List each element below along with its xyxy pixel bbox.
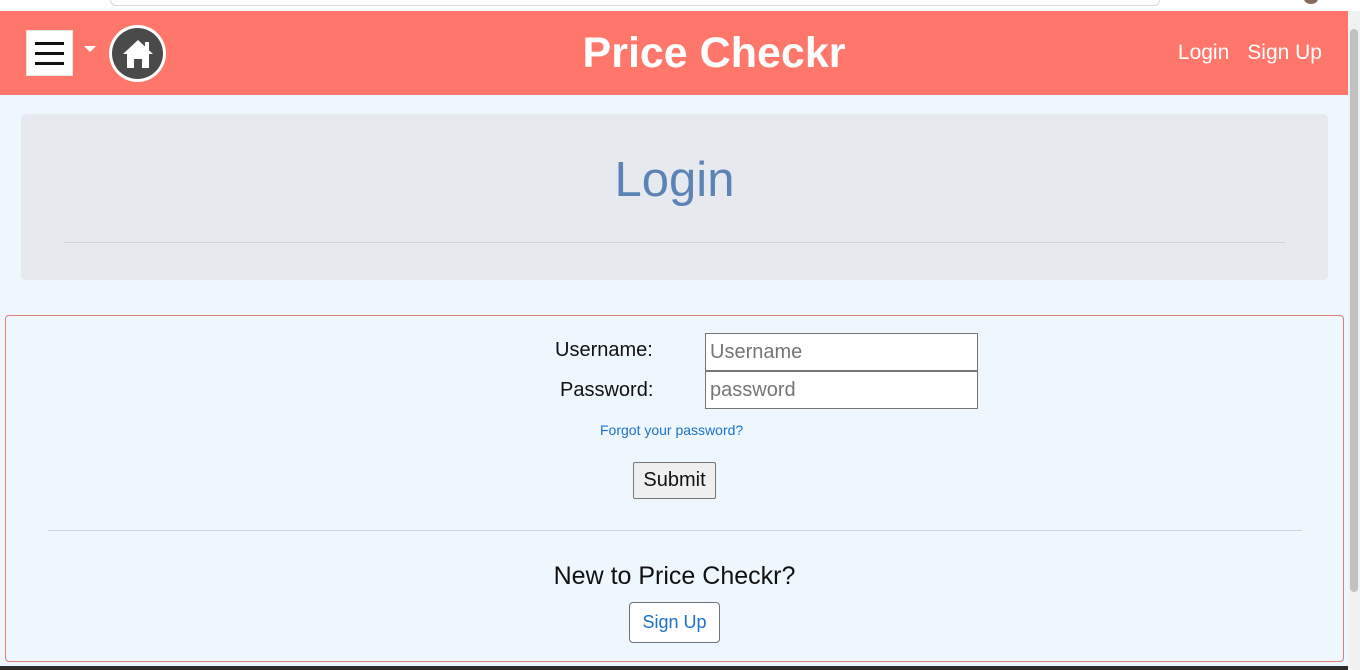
top-navbar: Price Checkr Login Sign Up — [0, 11, 1348, 95]
browser-chrome-strip — [0, 0, 1360, 11]
hamburger-line — [35, 41, 64, 45]
nav-login-link[interactable]: Login — [1178, 41, 1229, 65]
page-title: Login — [614, 153, 735, 207]
page-scrollbar[interactable] — [1348, 11, 1360, 670]
scrollbar-thumb[interactable] — [1350, 29, 1358, 592]
password-label: Password: — [560, 379, 654, 401]
submit-button[interactable]: Submit — [633, 462, 716, 499]
page-header-jumbotron: Login — [21, 114, 1328, 280]
forgot-password-link[interactable]: Forgot your password? — [600, 422, 743, 438]
profile-avatar-edge — [1304, 0, 1318, 4]
header-divider — [64, 242, 1285, 243]
hamburger-line — [35, 51, 64, 55]
password-input[interactable] — [705, 371, 978, 409]
dropdown-caret-icon[interactable] — [84, 46, 96, 52]
signup-button[interactable]: Sign Up — [629, 602, 720, 643]
hamburger-line — [35, 61, 64, 65]
nav-links: Login Sign Up — [1178, 41, 1322, 65]
form-divider — [48, 530, 1302, 531]
hamburger-menu-button[interactable] — [26, 30, 73, 76]
brand-title[interactable]: Price Checkr — [500, 28, 928, 78]
nav-signup-link[interactable]: Sign Up — [1247, 41, 1322, 65]
bottom-edge — [0, 666, 1348, 670]
home-icon — [112, 28, 163, 79]
username-input[interactable] — [705, 333, 978, 371]
username-label: Username: — [555, 339, 653, 361]
new-user-prompt: New to Price Checkr? — [553, 562, 796, 590]
address-bar-edge — [110, 0, 1160, 6]
home-button[interactable] — [109, 25, 166, 82]
login-form: Username: Password: Forgot your password… — [5, 315, 1344, 662]
